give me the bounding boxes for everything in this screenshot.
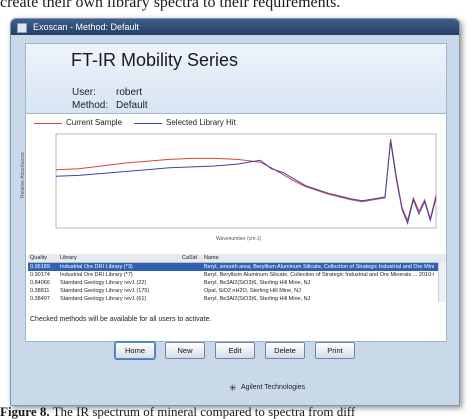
window-title: Exoscan - Method: Default [33, 22, 140, 32]
table-row[interactable]: 0.84066 Standard Geology Library rev1 (22… [28, 279, 446, 287]
user-label: User: [72, 87, 96, 98]
legend-swatch-library [134, 123, 162, 124]
table-cell: 0.95189 [30, 264, 50, 270]
caption-text: The IR spectrum of mineral compared to s… [49, 404, 356, 419]
caption-top: create their own library spectra to thei… [0, 0, 341, 11]
results-table[interactable]: Quality Library CaSid Name 0.95189 Indust… [28, 254, 446, 304]
user-value: robert [116, 87, 143, 98]
table-row[interactable]: 0.38811 Standard Geology Library rev1 (17… [28, 287, 446, 295]
table-header: Quality Library CaSid Name [28, 254, 446, 263]
series-line-0 [55, 138, 437, 223]
agilent-spark-icon: ✳ [229, 383, 237, 393]
table-row[interactable]: 0.38497 Standard Geology Library rev1 (61… [28, 295, 446, 303]
table-cell: Industrial Ore DRI Library (*7) [60, 272, 133, 278]
y-axis-label: Relative Absorbance [20, 152, 26, 198]
print-button[interactable]: Print [315, 342, 355, 359]
column-header-quality[interactable]: Quality [30, 254, 58, 262]
edit-button[interactable]: Edit [215, 342, 255, 359]
legend-label-library: Selected Library Hit [166, 118, 236, 127]
app-icon [17, 23, 27, 33]
delete-button[interactable]: Delete [265, 342, 305, 359]
column-header-library[interactable]: Library [60, 254, 180, 262]
table-cell: Beryl, Be3Al2(SiO3)6, Sterling Hill Mine… [204, 296, 311, 302]
page-title: FT-IR Mobility Series [71, 50, 239, 70]
plot-frame [55, 133, 437, 229]
series-line-1 [55, 141, 437, 225]
caption-bottom: Figure 8. The IR spectrum of mineral com… [0, 404, 474, 419]
column-header-name[interactable]: Name [204, 254, 434, 262]
table-cell: Beryl, smooth area, Beryllium Aluminum S… [204, 264, 434, 270]
method-value: Default [116, 100, 148, 111]
table-cell: 0.90174 [30, 272, 50, 278]
table-cell: Industrial Ore DRI Library (*3) [60, 264, 133, 270]
table-cell: Opal, SiO2 nH2O, Sterling Hill Mine, NJ [204, 288, 301, 294]
table-cell: Standard Geology Library rev1 (61) [60, 296, 147, 302]
table-cell: 0.38811 [30, 288, 50, 294]
spectrum-svg [55, 133, 437, 229]
column-header-casid[interactable]: CaSid [182, 254, 202, 262]
method-label: Method: [72, 100, 109, 111]
spectrum-chart: Relative Absorbance Wavenumber (cm-1) [20, 128, 446, 246]
table-cell: 0.38497 [30, 296, 50, 302]
table-cell: Beryl, Beryllium Aluminum Silicate, Coll… [204, 272, 434, 278]
table-row[interactable]: 0.95189 Industrial Ore DRI Library (*3) Be… [28, 263, 446, 271]
caption-figure-label: Figure 8. [0, 404, 50, 419]
activation-note: Checked methods will be available for al… [30, 316, 212, 323]
table-cell: Beryl, Be3Al2(SiO3)6, Sterling Hill Mine… [204, 280, 311, 286]
x-axis-label: Wavenumber (cm-1) [216, 236, 262, 242]
results-panel: Current Sample Selected Library Hit Rela… [20, 113, 447, 342]
table-cell: Standard Geology Library rev1 (22) [60, 280, 147, 286]
title-bar: Exoscan - Method: Default [11, 19, 459, 35]
legend-swatch-current [34, 123, 62, 124]
brand-name: Agilent Technologies [241, 384, 306, 391]
app-window: Exoscan - Method: Default FT-IR Mobility… [10, 18, 460, 406]
new-button[interactable]: New [165, 342, 205, 359]
table-row[interactable]: 0.90174 Industrial Ore DRI Library (*7) Be… [28, 271, 446, 279]
table-scrollbar[interactable] [438, 262, 446, 302]
home-button[interactable]: Home [115, 342, 155, 359]
table-cell: 0.84066 [30, 280, 50, 286]
button-bar: Home New Edit Delete Print [11, 340, 459, 378]
legend-label-current: Current Sample [66, 118, 123, 127]
table-cell: Standard Geology Library rev1 (175) [60, 288, 150, 294]
